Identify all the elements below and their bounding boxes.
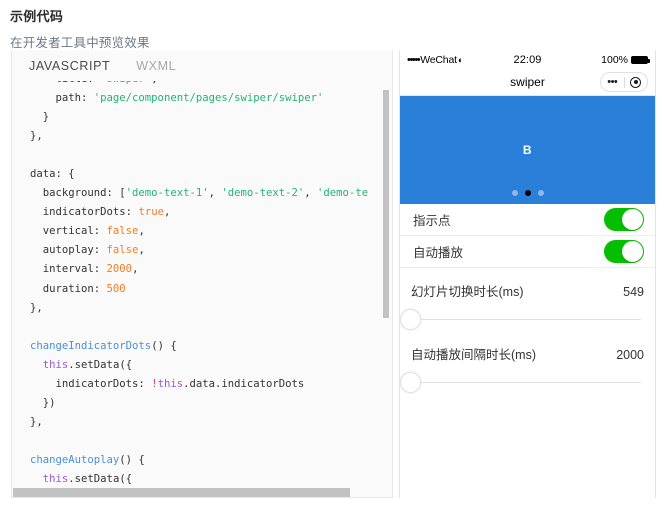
more-dots-icon[interactable]: ••• [601, 77, 624, 88]
slider-block-duration: 幻灯片切换时长(ms) 549 [400, 268, 655, 331]
code-line: this.setData({ [42, 472, 133, 485]
code-line: title: 'swiper', [30, 81, 368, 89]
nav-bar: swiper ••• [400, 69, 655, 96]
swiper-slide-label: B [522, 143, 533, 157]
battery-percent-label: 100% [601, 53, 628, 66]
code-line: indicatorDots: true, [30, 206, 171, 219]
switch-knob [622, 241, 643, 262]
capsule-button[interactable]: ••• [600, 72, 648, 92]
code-line: indicatorDots: !this.data.indicatorDots [30, 377, 305, 390]
slider-track-wrap-interval[interactable] [400, 372, 644, 394]
switch-indicator-dots[interactable] [604, 208, 644, 231]
code-line: } [30, 111, 50, 124]
switch-knob [622, 209, 643, 230]
slider-block-interval: 自动播放间隔时长(ms) 2000 [400, 331, 655, 394]
page-title: 示例代码 [10, 9, 64, 24]
swiper-dot[interactable] [537, 190, 544, 196]
code-line: changeAutoplay() { [30, 453, 145, 466]
swiper-view[interactable]: B [400, 96, 655, 204]
code-line: autoplay: false, [30, 244, 145, 257]
target-circle-icon[interactable] [625, 76, 648, 88]
switch-row-autoplay: 自动播放 [400, 236, 655, 268]
slider-value-duration: 549 [623, 285, 644, 299]
page-header: 示例代码 在开发者工具中预览效果 [0, 0, 664, 53]
code-panel: JAVASCRIPT WXML title: 'swiper', path: '… [11, 50, 393, 498]
status-bar-time: 22:09 [513, 53, 542, 66]
swiper-indicator-dots[interactable] [400, 190, 655, 196]
code-line: duration: 500 [30, 282, 126, 295]
code-horizontal-scrollbar-thumb[interactable] [13, 488, 350, 497]
status-bar-right: 100% [542, 53, 650, 66]
switch-label-indicator-dots: 指示点 [413, 214, 451, 228]
code-line: background: ['demo-text-1', 'demo-text-2… [30, 187, 369, 200]
carrier-label: WeChat [420, 53, 457, 66]
code-line: this.setData({ [42, 358, 133, 371]
status-bar-left: ••••• WeChat ◐ [407, 54, 513, 66]
battery-icon [631, 55, 650, 64]
code-line: interval: 2000, [30, 263, 139, 276]
code-tab-bar: JAVASCRIPT WXML [12, 50, 392, 81]
code-line: }, [30, 301, 43, 314]
slider-knob-duration[interactable] [400, 309, 421, 330]
code-vertical-scrollbar[interactable] [383, 90, 389, 318]
switch-label-autoplay: 自动播放 [413, 246, 464, 260]
slider-track-interval[interactable] [411, 382, 641, 383]
code-horizontal-scrollbar-track[interactable] [12, 488, 392, 497]
switch-row-indicator-dots: 指示点 [400, 204, 655, 236]
code-line: }, [30, 415, 43, 428]
slider-track-wrap-duration[interactable] [400, 309, 644, 331]
slider-head-duration: 幻灯片切换时长(ms) 549 [411, 281, 644, 300]
content-row: JAVASCRIPT WXML title: 'swiper', path: '… [0, 50, 664, 515]
code-line: }) [30, 396, 56, 409]
code-line: path: 'page/component/pages/swiper/swipe… [30, 92, 324, 105]
wifi-icon: ◐ [457, 54, 464, 65]
code-line: changeIndicatorDots() { [30, 339, 177, 352]
slider-track-duration[interactable] [411, 319, 641, 320]
slider-label-duration: 幻灯片切换时长(ms) [411, 285, 524, 299]
swiper-dot[interactable] [524, 190, 531, 196]
code-scroll-area[interactable]: title: 'swiper', path: 'page/component/p… [12, 81, 392, 497]
code-line: data: { [30, 168, 75, 181]
slider-knob-interval[interactable] [400, 372, 421, 393]
tab-wxml[interactable]: WXML [136, 59, 176, 73]
tab-javascript[interactable]: JAVASCRIPT [29, 59, 110, 73]
status-bar: ••••• WeChat ◐ 22:09 100% [400, 50, 655, 69]
switch-autoplay[interactable] [604, 240, 644, 263]
signal-dots-icon: ••••• [407, 53, 421, 66]
slider-head-interval: 自动播放间隔时长(ms) 2000 [411, 344, 644, 363]
slider-label-interval: 自动播放间隔时长(ms) [411, 348, 536, 362]
code-line: }, [30, 130, 43, 143]
slider-value-interval: 2000 [616, 348, 644, 362]
code-line: vertical: false, [30, 225, 145, 238]
phone-preview: ••••• WeChat ◐ 22:09 100% swiper ••• B 指… [399, 50, 656, 498]
swiper-dot[interactable] [511, 190, 518, 196]
code-text: title: 'swiper', path: 'page/component/p… [12, 81, 368, 497]
